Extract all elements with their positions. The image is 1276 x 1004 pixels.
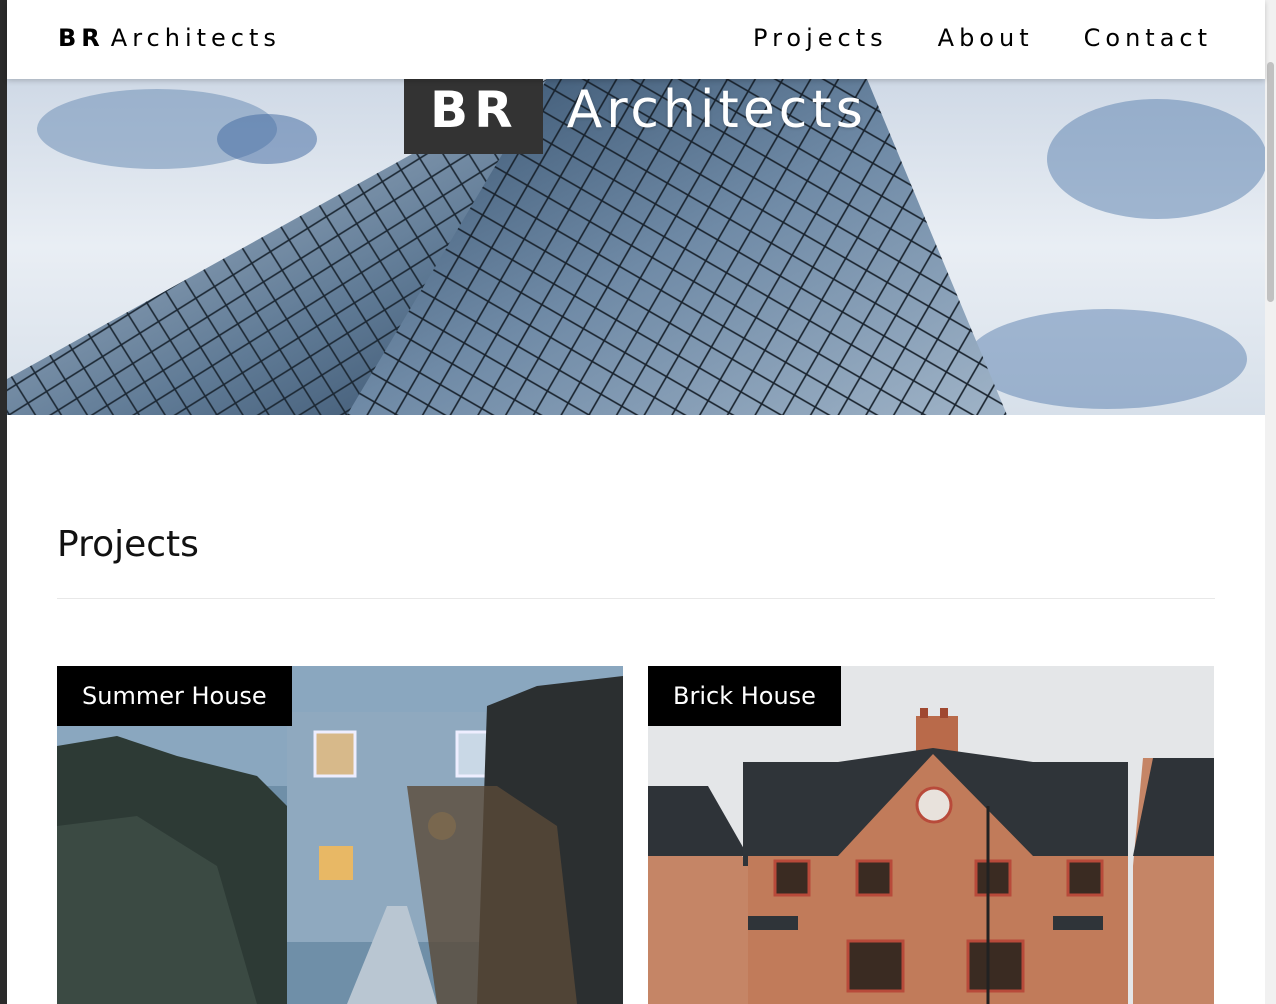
section-divider (57, 598, 1215, 599)
project-card-summer-house[interactable]: Summer House (57, 666, 623, 1004)
project-label-summer-house[interactable]: Summer House (57, 666, 292, 726)
scrollbar[interactable] (1265, 0, 1276, 1004)
nav-links: Projects About Contact (753, 24, 1212, 52)
brand-bold: BR (58, 24, 105, 52)
top-navbar: BR Architects Projects About Contact (7, 0, 1265, 79)
hero-title-text: Architects (566, 80, 867, 140)
brand-logo[interactable]: BR Architects (58, 24, 281, 52)
nav-link-projects[interactable]: Projects (753, 24, 888, 52)
window-edge (0, 0, 7, 1004)
scrollbar-thumb[interactable] (1267, 62, 1274, 302)
hero-banner: BR Architects (7, 79, 1265, 415)
nav-link-about[interactable]: About (938, 24, 1034, 52)
projects-heading: Projects (57, 524, 199, 565)
hero-title-bold: BR (404, 79, 543, 154)
hero-title: BR Architects (404, 79, 867, 154)
brand-text: Architects (110, 24, 281, 52)
project-card-brick-house[interactable]: Brick House (648, 666, 1214, 1004)
nav-link-contact[interactable]: Contact (1084, 24, 1212, 52)
project-label-brick-house[interactable]: Brick House (648, 666, 841, 726)
